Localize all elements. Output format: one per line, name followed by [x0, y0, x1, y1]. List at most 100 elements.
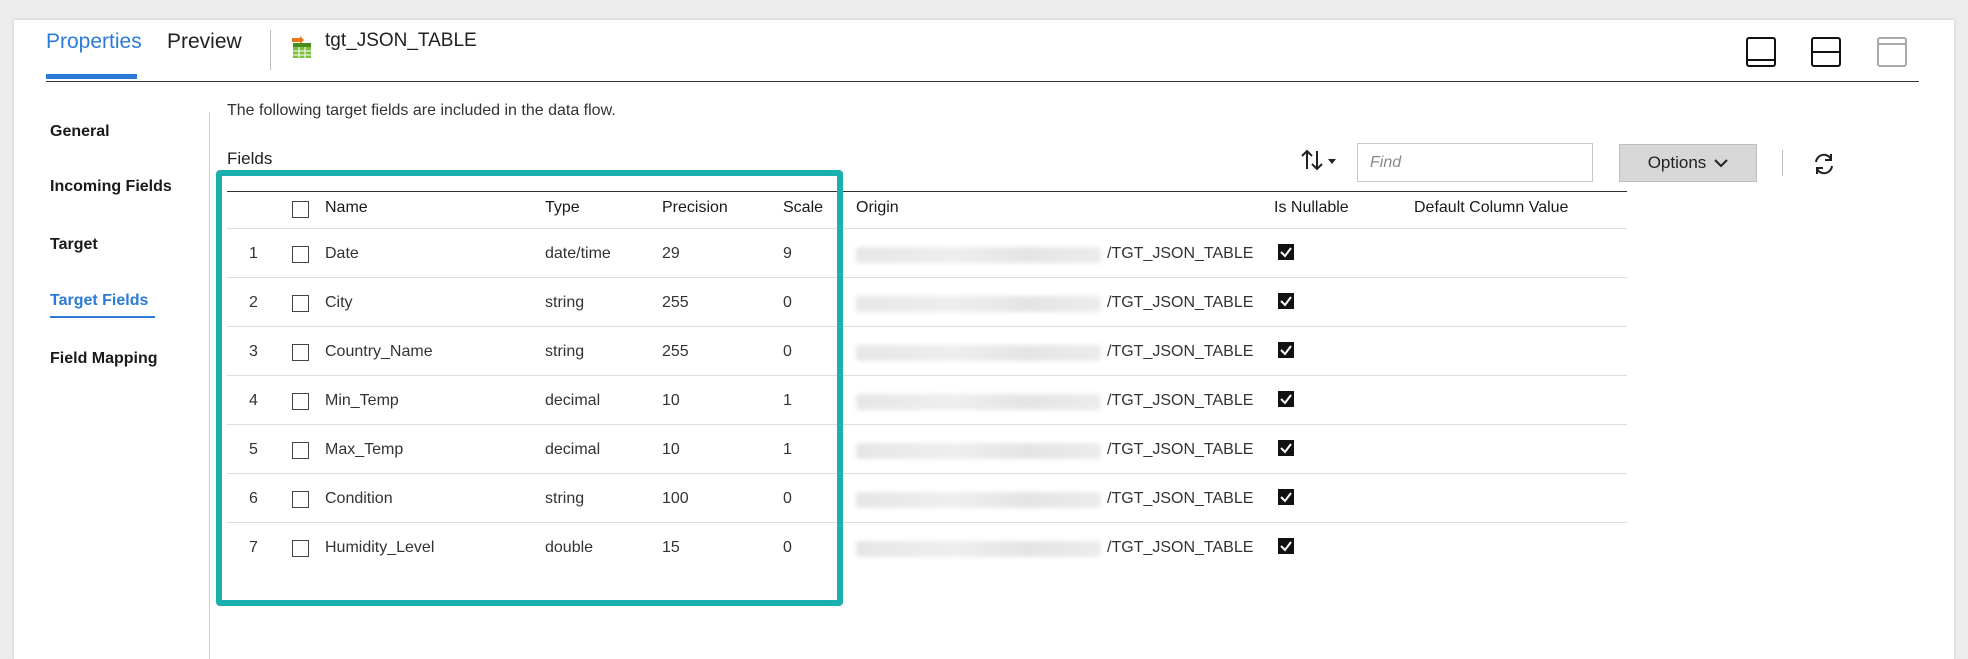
field-origin: /TGT_JSON_TABLE	[1107, 245, 1254, 262]
tab-properties[interactable]: Properties	[46, 30, 142, 54]
row-divider	[227, 424, 1627, 425]
options-button[interactable]: Options	[1619, 144, 1757, 182]
nullable-checkbox[interactable]	[1278, 391, 1294, 407]
row-checkbox[interactable]	[292, 393, 309, 410]
field-scale[interactable]: 0	[783, 490, 792, 508]
toolbar-separator	[1782, 150, 1783, 176]
field-precision[interactable]: 100	[662, 490, 689, 508]
column-header-is-nullable[interactable]: Is Nullable	[1274, 199, 1349, 217]
nav-field-mapping[interactable]: Field Mapping	[50, 350, 158, 368]
row-divider	[227, 522, 1627, 523]
nav-general[interactable]: General	[50, 123, 110, 141]
field-scale[interactable]: 0	[783, 539, 792, 557]
field-precision[interactable]: 29	[662, 245, 680, 263]
fields-heading: Fields	[227, 149, 273, 168]
field-type[interactable]: string	[545, 490, 584, 508]
row-divider	[227, 375, 1627, 376]
field-type[interactable]: decimal	[545, 441, 600, 459]
layout-bottom-icon[interactable]	[1746, 37, 1776, 67]
row-number: 2	[249, 294, 258, 311]
row-checkbox[interactable]	[292, 540, 309, 557]
field-name[interactable]: Date	[325, 245, 359, 263]
nullable-checkbox[interactable]	[1278, 293, 1294, 309]
object-title: tgt_JSON_TABLE	[325, 30, 477, 51]
row-number: 3	[249, 343, 258, 360]
field-origin: /TGT_JSON_TABLE	[1107, 539, 1254, 556]
origin-redacted	[856, 247, 1101, 263]
field-type[interactable]: date/time	[545, 245, 611, 263]
origin-redacted	[856, 296, 1101, 312]
field-precision[interactable]: 10	[662, 392, 680, 410]
nullable-checkbox[interactable]	[1278, 342, 1294, 358]
tab-separator	[270, 30, 271, 70]
nullable-checkbox[interactable]	[1278, 244, 1294, 260]
row-number: 5	[249, 441, 258, 458]
row-checkbox[interactable]	[292, 442, 309, 459]
column-header-default-value[interactable]: Default Column Value	[1414, 199, 1568, 217]
field-name[interactable]: Min_Temp	[325, 392, 399, 410]
row-number: 4	[249, 392, 258, 409]
field-name[interactable]: Max_Temp	[325, 441, 403, 459]
origin-redacted	[856, 345, 1101, 361]
nav-active-indicator	[50, 316, 155, 318]
field-name[interactable]: City	[325, 294, 353, 312]
find-input[interactable]	[1357, 143, 1593, 182]
column-header-precision[interactable]: Precision	[662, 199, 728, 217]
field-name[interactable]: Humidity_Level	[325, 539, 434, 557]
field-name[interactable]: Condition	[325, 490, 393, 508]
nav-target[interactable]: Target	[50, 236, 98, 254]
column-header-type[interactable]: Type	[545, 199, 580, 217]
field-precision[interactable]: 10	[662, 441, 680, 459]
field-origin: /TGT_JSON_TABLE	[1107, 490, 1254, 507]
row-number: 7	[249, 539, 258, 556]
field-scale[interactable]: 0	[783, 294, 792, 312]
select-all-checkbox[interactable]	[292, 201, 309, 218]
sort-icon[interactable]	[1300, 147, 1340, 179]
nullable-checkbox[interactable]	[1278, 440, 1294, 456]
field-scale[interactable]: 1	[783, 441, 792, 459]
field-precision[interactable]: 255	[662, 294, 689, 312]
row-number: 6	[249, 490, 258, 507]
column-header-scale[interactable]: Scale	[783, 199, 823, 217]
nav-incoming-fields[interactable]: Incoming Fields	[50, 178, 172, 196]
field-precision[interactable]: 15	[662, 539, 680, 557]
field-type[interactable]: string	[545, 343, 584, 361]
field-origin: /TGT_JSON_TABLE	[1107, 343, 1254, 360]
chevron-down-icon	[1714, 159, 1729, 168]
field-precision[interactable]: 255	[662, 343, 689, 361]
layout-top-icon[interactable]	[1877, 37, 1907, 67]
field-scale[interactable]: 1	[783, 392, 792, 410]
header-divider	[46, 81, 1919, 82]
row-checkbox[interactable]	[292, 491, 309, 508]
column-header-origin[interactable]: Origin	[856, 199, 899, 217]
origin-redacted	[856, 492, 1101, 508]
field-type[interactable]: string	[545, 294, 584, 312]
origin-redacted	[856, 443, 1101, 459]
tab-preview[interactable]: Preview	[167, 30, 242, 54]
origin-redacted	[856, 541, 1101, 557]
origin-redacted	[856, 394, 1101, 410]
field-type[interactable]: decimal	[545, 392, 600, 410]
nullable-checkbox[interactable]	[1278, 489, 1294, 505]
row-divider	[227, 277, 1627, 278]
row-checkbox[interactable]	[292, 246, 309, 263]
field-type[interactable]: double	[545, 539, 593, 557]
row-divider	[227, 228, 1627, 229]
layout-split-icon[interactable]	[1811, 37, 1841, 67]
nav-target-fields[interactable]: Target Fields	[50, 292, 148, 310]
field-scale[interactable]: 9	[783, 245, 792, 263]
field-name[interactable]: Country_Name	[325, 343, 433, 361]
row-checkbox[interactable]	[292, 295, 309, 312]
row-divider	[227, 473, 1627, 474]
row-checkbox[interactable]	[292, 344, 309, 361]
nullable-checkbox[interactable]	[1278, 538, 1294, 554]
field-origin: /TGT_JSON_TABLE	[1107, 392, 1254, 409]
column-header-name[interactable]: Name	[325, 199, 368, 217]
options-label: Options	[1647, 153, 1707, 172]
row-number: 1	[249, 245, 258, 262]
refresh-icon[interactable]	[1810, 150, 1838, 178]
description-text: The following target fields are included…	[227, 102, 616, 119]
field-origin: /TGT_JSON_TABLE	[1107, 441, 1254, 458]
field-origin: /TGT_JSON_TABLE	[1107, 294, 1254, 311]
field-scale[interactable]: 0	[783, 343, 792, 361]
